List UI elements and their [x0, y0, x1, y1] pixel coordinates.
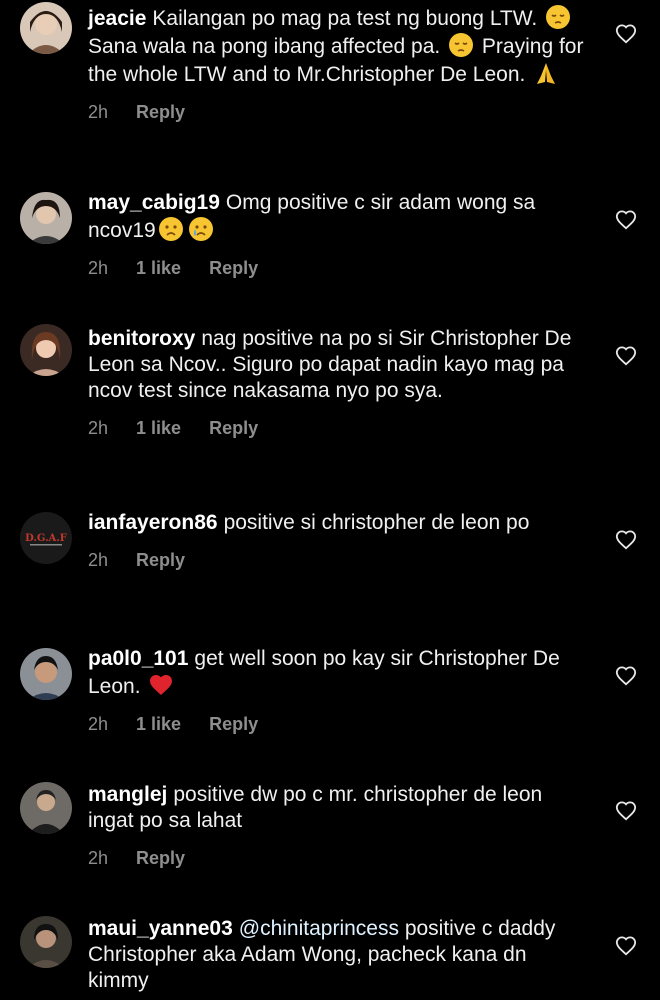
heart-outline-icon	[615, 801, 637, 821]
heart-outline-icon	[615, 936, 637, 956]
comment-meta: 2h Reply	[88, 848, 588, 869]
comment-text: may_cabig19 Omg positive c sir adam wong …	[88, 190, 588, 244]
like-count[interactable]: 1 like	[136, 258, 181, 279]
comment-text-part: Kailangan po mag pa test ng buong LTW.	[152, 7, 538, 30]
username[interactable]: jeacie	[88, 7, 146, 30]
comment-text: ianfayeron86 positive si christopher de l…	[88, 510, 588, 536]
like-button[interactable]	[612, 797, 640, 825]
pensive-face-emoji	[448, 32, 474, 58]
username[interactable]: benitoroxy	[88, 327, 195, 350]
heart-outline-icon	[615, 346, 637, 366]
like-button[interactable]	[612, 932, 640, 960]
comment-meta: 2h 1 like Reply	[88, 258, 588, 279]
reply-button[interactable]: Reply	[136, 848, 185, 869]
comment-body: may_cabig19 Omg positive c sir adam wong …	[88, 190, 588, 279]
username[interactable]: ianfayeron86	[88, 511, 218, 534]
comment-meta: 2h Reply	[88, 102, 588, 123]
like-button[interactable]	[612, 206, 640, 234]
username[interactable]: maui_yanne03	[88, 917, 233, 940]
timestamp: 2h	[88, 848, 109, 868]
comment-text: maui_yanne03 @chinitaprincess positive c …	[88, 916, 588, 994]
comment-text: manglej positive dw po c mr. christopher …	[88, 782, 588, 834]
timestamp: 2h	[88, 550, 109, 570]
avatar[interactable]	[20, 648, 72, 700]
reply-button[interactable]: Reply	[209, 258, 258, 279]
comment-body: jeacie Kailangan po mag pa test ng buong …	[88, 4, 588, 123]
folded-hands-emoji	[533, 60, 559, 86]
comment-text: pa0l0_101 get well soon po kay sir Christ…	[88, 646, 588, 700]
comment-body: maui_yanne03 @chinitaprincess positive c …	[88, 916, 588, 994]
comment-meta: 2h Reply	[88, 550, 588, 571]
comment-meta: 2h 1 like Reply	[88, 418, 588, 439]
red-heart-emoji	[148, 672, 174, 698]
comment-meta: 2h 1 like Reply	[88, 714, 588, 735]
sad-face-emoji	[158, 216, 184, 242]
username[interactable]: manglej	[88, 783, 167, 806]
timestamp: 2h	[88, 714, 109, 734]
reply-button[interactable]: Reply	[209, 418, 258, 439]
like-button[interactable]	[612, 662, 640, 690]
like-button[interactable]	[612, 20, 640, 48]
like-button[interactable]	[612, 526, 640, 554]
comment-text: jeacie Kailangan po mag pa test ng buong …	[88, 4, 588, 88]
mention-link[interactable]: @chinitaprincess	[239, 917, 399, 940]
avatar[interactable]	[20, 782, 72, 834]
avatar[interactable]	[20, 324, 72, 376]
avatar[interactable]	[20, 192, 72, 244]
avatar-logo-text: D.G.A.F	[25, 533, 67, 544]
username[interactable]: may_cabig19	[88, 191, 220, 214]
heart-outline-icon	[615, 210, 637, 230]
like-count[interactable]: 1 like	[136, 714, 181, 735]
pensive-face-emoji	[545, 4, 571, 30]
avatar[interactable]	[20, 2, 72, 54]
heart-outline-icon	[615, 666, 637, 686]
reply-button[interactable]: Reply	[136, 102, 185, 123]
like-button[interactable]	[612, 342, 640, 370]
reply-button[interactable]: Reply	[136, 550, 185, 571]
heart-outline-icon	[615, 530, 637, 550]
timestamp: 2h	[88, 102, 109, 122]
comment-text-part: Sana wala na pong ibang affected pa.	[88, 35, 441, 58]
comment-body: benitoroxy nag positive na po si Sir Chri…	[88, 326, 588, 439]
comment-text: benitoroxy nag positive na po si Sir Chri…	[88, 326, 588, 404]
username[interactable]: pa0l0_101	[88, 647, 188, 670]
comment-body: ianfayeron86 positive si christopher de l…	[88, 510, 588, 571]
comment-text-part: positive si christopher de leon po	[223, 511, 530, 534]
comment-body: manglej positive dw po c mr. christopher …	[88, 782, 588, 869]
heart-outline-icon	[615, 24, 637, 44]
reply-button[interactable]: Reply	[209, 714, 258, 735]
timestamp: 2h	[88, 258, 109, 278]
avatar[interactable]: D.G.A.F	[20, 512, 72, 564]
comment-body: pa0l0_101 get well soon po kay sir Christ…	[88, 646, 588, 735]
avatar[interactable]	[20, 916, 72, 968]
crying-face-emoji	[188, 216, 214, 242]
like-count[interactable]: 1 like	[136, 418, 181, 439]
timestamp: 2h	[88, 418, 109, 438]
